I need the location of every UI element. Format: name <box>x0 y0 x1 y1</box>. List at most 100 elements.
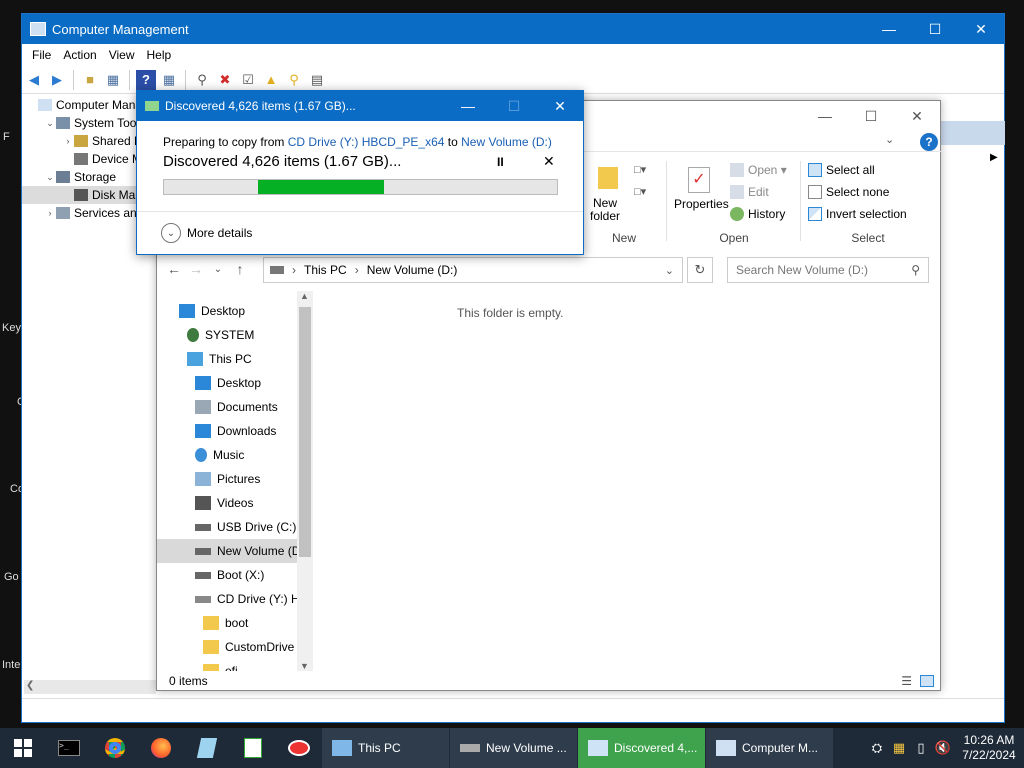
network-icon[interactable]: ⛭ <box>866 740 888 756</box>
breadcrumb-item[interactable]: New Volume (D:) <box>367 263 458 277</box>
easy-access-icon[interactable]: □▾ <box>634 185 646 198</box>
select-all-button[interactable]: Select all <box>808 159 907 181</box>
ribbon-collapse-icon[interactable]: ⌄ <box>885 133 894 146</box>
nav-item[interactable]: efi <box>157 659 312 671</box>
large-icons-view-icon[interactable] <box>920 675 934 687</box>
back-arrow-icon[interactable]: ◀ <box>24 70 44 90</box>
pause-button[interactable]: II <box>497 155 504 169</box>
properties-button[interactable]: Properties <box>674 197 729 211</box>
nav-item[interactable]: SYSTEM <box>157 323 312 347</box>
properties-icon[interactable]: ▦ <box>159 70 179 90</box>
forward-arrow-icon[interactable]: ▶ <box>47 70 67 90</box>
minimize-button[interactable]: — <box>445 91 491 121</box>
menu-view[interactable]: View <box>103 48 141 62</box>
check-icon[interactable]: ☑ <box>238 70 258 90</box>
horizontal-scrollbar[interactable]: ❮ <box>24 680 156 694</box>
history-button[interactable]: History <box>730 203 787 225</box>
firefox-icon[interactable] <box>138 728 184 768</box>
start-button[interactable] <box>0 728 46 768</box>
cancel-button[interactable]: ✕ <box>543 153 555 170</box>
menu-action[interactable]: Action <box>57 48 102 62</box>
back-arrow-icon[interactable]: ← <box>163 261 185 277</box>
nav-item-label: New Volume (D <box>217 544 301 558</box>
minimize-button[interactable]: — <box>866 14 912 44</box>
nav-item[interactable]: Documents <box>157 395 312 419</box>
nav-item[interactable]: Downloads <box>157 419 312 443</box>
nav-item[interactable]: USB Drive (C:) <box>157 515 312 539</box>
window-titlebar[interactable]: Computer Management — ☐ ✕ <box>22 14 1004 44</box>
chrome-icon[interactable] <box>92 728 138 768</box>
details-view-icon[interactable]: ☰ <box>901 674 912 688</box>
source-link[interactable]: CD Drive (Y:) HBCD_PE_x64 <box>288 135 445 149</box>
breadcrumb-item[interactable]: This PC <box>304 263 347 277</box>
up-arrow-icon[interactable]: ↑ <box>229 261 251 277</box>
nav-item[interactable]: Boot (X:) <box>157 563 312 587</box>
command-prompt-icon[interactable]: >_ <box>46 728 92 768</box>
nav-item[interactable]: This PC <box>157 347 312 371</box>
nav-item[interactable]: Desktop <box>157 299 312 323</box>
vertical-scrollbar[interactable]: ▲ ▼ <box>297 291 313 671</box>
display-icon[interactable]: ▦ <box>888 740 910 756</box>
expand-toggle-icon[interactable]: ⌄ <box>44 172 56 183</box>
connect-icon[interactable]: ⚲ <box>192 70 212 90</box>
volume-muted-icon[interactable]: 🔇 <box>932 740 954 756</box>
expand-arrow-icon[interactable]: ▶ <box>990 152 998 163</box>
edit-button[interactable]: Edit <box>730 181 787 203</box>
maximize-button[interactable]: ☐ <box>912 14 958 44</box>
dialog-titlebar[interactable]: Discovered 4,626 items (1.67 GB)... — ☐ … <box>137 91 583 121</box>
open-button[interactable]: Open ▾ <box>730 159 787 181</box>
maximize-button[interactable]: ☐ <box>848 101 894 131</box>
taskbar-app-this-pc[interactable]: This PC <box>322 728 450 768</box>
invert-selection-button[interactable]: Invert selection <box>808 203 907 225</box>
recent-locations-icon[interactable]: ⌄ <box>207 264 229 275</box>
nav-item[interactable]: New Volume (D <box>157 539 312 563</box>
help-icon[interactable]: ? <box>920 133 938 151</box>
chevron-down-icon[interactable]: ⌄ <box>665 264 674 277</box>
nav-item[interactable]: Videos <box>157 491 312 515</box>
expand-toggle-icon[interactable]: › <box>44 208 56 218</box>
address-bar[interactable]: › This PC › New Volume (D:) ⌄ <box>263 257 683 283</box>
expand-toggle-icon[interactable]: ⌄ <box>44 118 56 129</box>
copy-progress-dialog[interactable]: Discovered 4,626 items (1.67 GB)... — ☐ … <box>136 90 584 255</box>
close-button[interactable]: ✕ <box>894 101 940 131</box>
minimize-button[interactable]: — <box>802 101 848 131</box>
search-input[interactable]: Search New Volume (D:) ⚲ <box>727 257 929 283</box>
menu-file[interactable]: File <box>26 48 57 62</box>
taskbar-app-new-volume[interactable]: New Volume ... <box>450 728 578 768</box>
select-none-button[interactable]: Select none <box>808 181 907 203</box>
refresh-button[interactable]: ↻ <box>687 257 713 283</box>
menu-help[interactable]: Help <box>141 48 178 62</box>
desktop-icon-label: Go <box>4 571 19 583</box>
show-hide-tree-icon[interactable]: ▦ <box>103 70 123 90</box>
tree-node-icon <box>74 135 88 147</box>
partition-tool-icon[interactable] <box>276 728 322 768</box>
nav-item[interactable]: Pictures <box>157 467 312 491</box>
scrollbar-thumb[interactable] <box>299 307 311 557</box>
new-item-icon[interactable]: □▾ <box>634 163 646 176</box>
list-view-icon[interactable]: ▤ <box>307 70 327 90</box>
new-folder-button[interactable]: New folder <box>590 197 620 223</box>
clock[interactable]: 10:26 AM 7/22/2024 <box>954 733 1024 763</box>
taskbar-app-computer-management[interactable]: Computer M... <box>706 728 834 768</box>
rescan-icon[interactable]: ▲ <box>261 70 281 90</box>
close-button[interactable]: ✕ <box>537 91 583 121</box>
close-button[interactable]: ✕ <box>958 14 1004 44</box>
more-details-button[interactable]: ⌄ More details <box>161 223 252 243</box>
delete-icon[interactable]: ✖ <box>215 70 235 90</box>
nav-item[interactable]: CD Drive (Y:) H <box>157 587 312 611</box>
expand-toggle-icon[interactable]: › <box>62 136 74 146</box>
destination-link[interactable]: New Volume (D:) <box>461 135 552 149</box>
notepad-icon[interactable] <box>184 728 230 768</box>
forward-arrow-icon[interactable]: → <box>185 261 207 277</box>
task-manager-icon[interactable] <box>230 728 276 768</box>
taskbar-app-copy-dialog[interactable]: Discovered 4,... <box>578 728 706 768</box>
nav-item[interactable]: boot <box>157 611 312 635</box>
help-icon[interactable]: ? <box>136 69 156 90</box>
usb-icon[interactable]: ▯ <box>910 740 932 756</box>
nav-item[interactable]: Desktop <box>157 371 312 395</box>
nav-item[interactable]: CustomDrive <box>157 635 312 659</box>
search-folder-icon[interactable]: ⚲ <box>284 70 304 90</box>
nav-item[interactable]: Music <box>157 443 312 467</box>
up-folder-icon[interactable]: ■ <box>80 70 100 90</box>
folder-icon <box>203 664 219 671</box>
